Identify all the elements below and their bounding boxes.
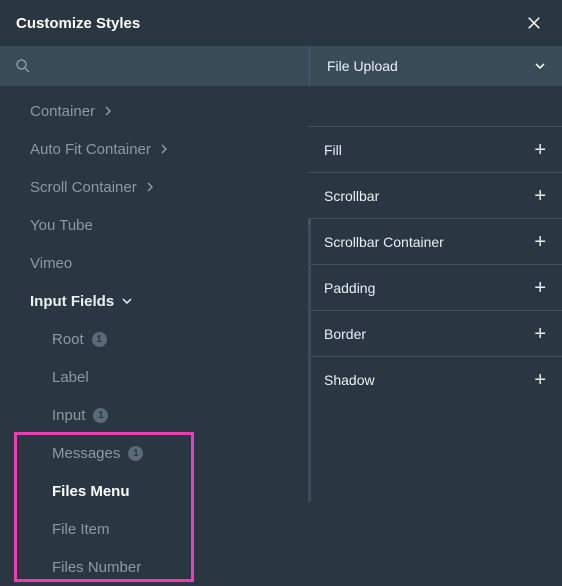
tree-label: Input Fields xyxy=(30,293,114,310)
prop-label: Scrollbar Container xyxy=(324,234,444,250)
context-label: File Upload xyxy=(327,58,398,74)
search-icon xyxy=(14,57,32,75)
tree-label: Root xyxy=(52,331,84,348)
prop-label: Scrollbar xyxy=(324,188,379,204)
plus-icon: + xyxy=(534,140,546,160)
tree-child-input[interactable]: Input 1 xyxy=(0,396,308,434)
tree-child-filesmenu[interactable]: Files Menu xyxy=(0,472,308,510)
property-list: Fill + Scrollbar + Scrollbar Container +… xyxy=(308,86,562,402)
count-badge: 1 xyxy=(128,446,143,461)
tree-child-root[interactable]: Root 1 xyxy=(0,320,308,358)
tree-item-inputfields[interactable]: Input Fields xyxy=(0,282,308,320)
tree-child-messages[interactable]: Messages 1 xyxy=(0,434,308,472)
tree-label: Files Menu xyxy=(52,483,130,500)
tree-label: Files Number xyxy=(52,559,141,576)
chevron-down-icon xyxy=(122,296,132,306)
plus-icon: + xyxy=(534,232,546,252)
main-area: Container Auto Fit Container Scroll Cont… xyxy=(0,46,562,586)
plus-icon: + xyxy=(534,278,546,298)
dialog-header: Customize Styles xyxy=(0,0,562,46)
tree-label: Label xyxy=(52,369,89,386)
dialog-title: Customize Styles xyxy=(16,15,140,32)
tree-child-label[interactable]: Label xyxy=(0,358,308,396)
tree-item-vimeo[interactable]: Vimeo xyxy=(0,244,308,282)
chevron-right-icon xyxy=(159,144,169,154)
prop-scrollbar-container[interactable]: Scrollbar Container + xyxy=(308,218,562,264)
prop-padding[interactable]: Padding + xyxy=(308,264,562,310)
chevron-right-icon xyxy=(145,182,155,192)
plus-icon: + xyxy=(534,324,546,344)
count-badge: 1 xyxy=(92,332,107,347)
tree-item-autofit[interactable]: Auto Fit Container xyxy=(0,130,308,168)
count-badge: 1 xyxy=(93,408,108,423)
tree-item-scrollcontainer[interactable]: Scroll Container xyxy=(0,168,308,206)
tree-label: Vimeo xyxy=(30,255,72,272)
search-row xyxy=(0,46,308,86)
properties-active-indicator xyxy=(308,225,311,502)
prop-border[interactable]: Border + xyxy=(308,310,562,356)
close-button[interactable] xyxy=(522,11,546,35)
prop-scrollbar[interactable]: Scrollbar + xyxy=(308,172,562,218)
prop-label: Fill xyxy=(324,142,342,158)
sidebar: Container Auto Fit Container Scroll Cont… xyxy=(0,46,308,586)
tree-child-filesnumber[interactable]: Files Number xyxy=(0,548,308,586)
chevron-down-icon xyxy=(534,60,546,72)
tree-label: Auto Fit Container xyxy=(30,141,151,158)
plus-icon: + xyxy=(534,186,546,206)
prop-shadow[interactable]: Shadow + xyxy=(308,356,562,402)
prop-label: Padding xyxy=(324,280,375,296)
element-tree: Container Auto Fit Container Scroll Cont… xyxy=(0,86,308,586)
tree-item-youtube[interactable]: You Tube xyxy=(0,206,308,244)
chevron-right-icon xyxy=(103,106,113,116)
tree-label: Input xyxy=(52,407,85,424)
tree-label: Messages xyxy=(52,445,120,462)
tree-item-container[interactable]: Container xyxy=(0,92,308,130)
properties-pane: File Upload Fill + Scrollbar + Scrollbar… xyxy=(308,46,562,586)
plus-icon: + xyxy=(534,370,546,390)
tree-label: Scroll Container xyxy=(30,179,137,196)
tree-label: File Item xyxy=(52,521,110,538)
close-icon xyxy=(525,14,543,32)
prop-label: Shadow xyxy=(324,372,375,388)
tree-label: You Tube xyxy=(30,217,93,234)
tree-label: Container xyxy=(30,103,95,120)
search-input[interactable] xyxy=(42,58,294,74)
prop-fill[interactable]: Fill + xyxy=(308,126,562,172)
tree-child-fileitem[interactable]: File Item xyxy=(0,510,308,548)
prop-label: Border xyxy=(324,326,366,342)
context-selector[interactable]: File Upload xyxy=(308,46,562,86)
